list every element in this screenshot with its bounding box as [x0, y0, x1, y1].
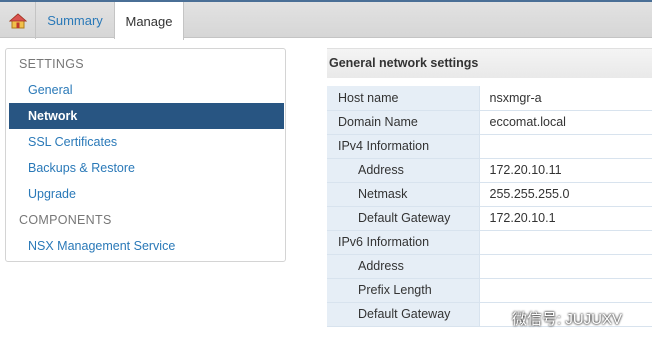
row-label: Default Gateway	[327, 302, 479, 327]
table-row: IPv4 Information	[327, 134, 652, 159]
settings-heading: SETTINGS	[19, 57, 84, 71]
row-value: 172.20.10.11	[478, 158, 652, 183]
tab-summary[interactable]: Summary	[36, 2, 115, 39]
row-value	[478, 254, 652, 279]
row-label: Prefix Length	[327, 278, 479, 303]
table-row: Netmask 255.255.255.0	[327, 182, 652, 207]
watermark-text: 微信号: JUJUXV	[512, 310, 623, 328]
table-row: IPv6 Information	[327, 230, 652, 255]
row-label: IPv4 Information	[327, 134, 479, 159]
top-tab-bar: Summary Manage	[0, 0, 652, 40]
sidebar-item-network[interactable]: Network	[9, 103, 284, 129]
components-heading: COMPONENTS	[19, 213, 112, 227]
sidebar-item-backups-restore[interactable]: Backups & Restore	[9, 155, 284, 181]
row-value: 172.20.10.1	[478, 206, 652, 231]
row-value: 255.255.255.0	[478, 182, 652, 207]
tab-manage[interactable]: Manage	[115, 2, 184, 40]
row-label: Default Gateway	[327, 206, 479, 231]
row-label: Address	[327, 158, 479, 183]
table-row: Address 172.20.10.11	[327, 158, 652, 183]
home-icon	[8, 12, 27, 28]
table-row: Default Gateway 172.20.10.1	[327, 206, 652, 231]
sidebar-item-general[interactable]: General	[9, 77, 284, 103]
table-row: Prefix Length	[327, 278, 652, 303]
row-label: Host name	[327, 86, 479, 111]
row-value: eccomat.local	[478, 110, 652, 135]
settings-sidebar: SETTINGS General Network SSL Certificate…	[5, 48, 286, 262]
row-label: Address	[327, 254, 479, 279]
wechat-watermark: 微信号: JUJUXV	[484, 306, 622, 330]
sidebar-item-upgrade[interactable]: Upgrade	[9, 181, 284, 207]
row-label: IPv6 Information	[327, 230, 479, 255]
row-value	[478, 278, 652, 303]
row-label: Domain Name	[327, 110, 479, 135]
row-value: nsxmgr-a	[478, 86, 652, 111]
row-label: Netmask	[327, 182, 479, 207]
table-row: Host name nsxmgr-a	[327, 86, 652, 111]
table-row: Address	[327, 254, 652, 279]
section-title: General network settings	[327, 48, 652, 78]
wechat-icon	[484, 309, 506, 326]
sidebar-item-nsx-management-service[interactable]: NSX Management Service	[9, 233, 284, 259]
tab-home[interactable]	[0, 2, 36, 39]
row-value	[478, 134, 652, 159]
table-row: Domain Name eccomat.local	[327, 110, 652, 135]
sidebar-item-ssl-certificates[interactable]: SSL Certificates	[9, 129, 284, 155]
network-settings-table: Host name nsxmgr-a Domain Name eccomat.l…	[327, 86, 652, 327]
row-value	[478, 230, 652, 255]
